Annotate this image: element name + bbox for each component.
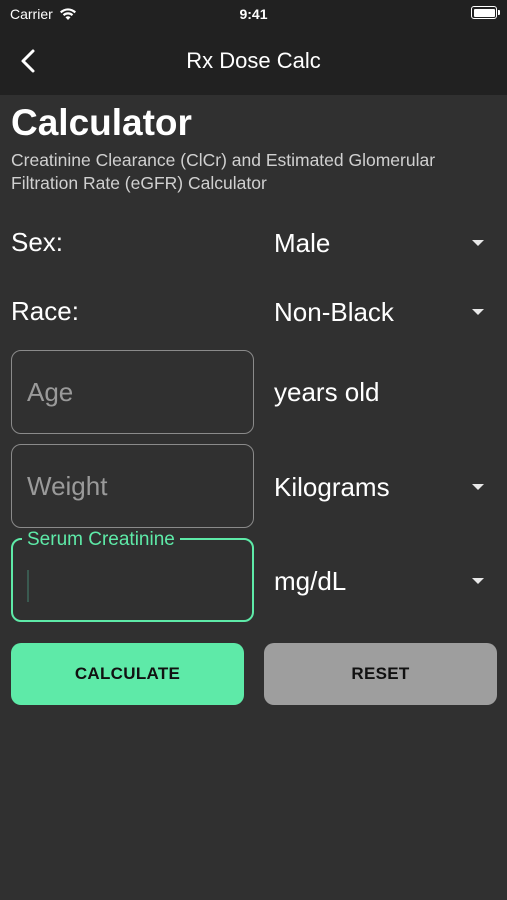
age-placeholder: Age	[27, 377, 74, 407]
age-unit-label: years old	[274, 377, 380, 407]
screen: Carrier 9:41 Rx Dose Calc Calculator Cre…	[0, 0, 507, 900]
battery-icon	[471, 6, 500, 19]
weight-unit-dropdown[interactable]: Kilograms	[274, 467, 496, 507]
caret-down-icon	[472, 240, 484, 246]
caret-down-icon	[472, 578, 484, 584]
caret-down-icon	[472, 484, 484, 490]
nav-title: Rx Dose Calc	[186, 48, 321, 73]
weight-unit-value: Kilograms	[274, 471, 390, 502]
navigation-bar: Rx Dose Calc	[0, 28, 507, 95]
caret-down-icon	[472, 309, 484, 315]
reset-button[interactable]: RESET	[264, 643, 497, 705]
creatinine-unit-dropdown[interactable]: mg/dL	[274, 561, 496, 601]
age-input[interactable]: Age	[11, 350, 254, 434]
page-title: Calculator	[11, 102, 192, 143]
page-subtitle: Creatinine Clearance (ClCr) and Estimate…	[11, 150, 436, 193]
sex-value: Male	[274, 227, 331, 258]
weight-input[interactable]: Weight	[11, 444, 254, 528]
race-value: Non-Black	[274, 296, 394, 327]
weight-placeholder: Weight	[27, 471, 108, 501]
status-time: 9:41	[239, 6, 268, 22]
sex-dropdown[interactable]: Male	[274, 223, 496, 263]
serum-creatinine-label: Serum Creatinine	[22, 530, 180, 549]
serum-creatinine-input[interactable]: Serum Creatinine	[11, 530, 254, 622]
sex-label: Sex:	[11, 227, 64, 257]
race-label: Race:	[11, 296, 79, 326]
status-bar: Carrier 9:41	[0, 0, 507, 28]
text-cursor	[27, 570, 29, 602]
calculate-button[interactable]: CALCULATE	[11, 643, 244, 705]
creatinine-unit-value: mg/dL	[274, 565, 347, 596]
race-dropdown[interactable]: Non-Black	[274, 292, 496, 332]
